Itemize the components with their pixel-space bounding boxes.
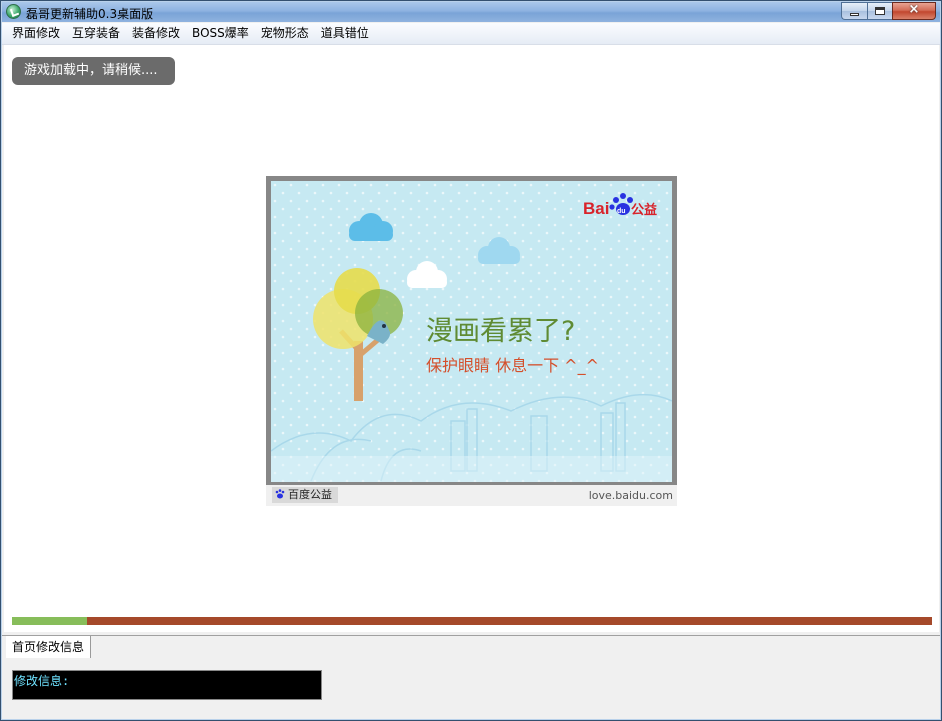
menu-item-ui-modify[interactable]: 界面修改 bbox=[6, 23, 66, 44]
game-view[interactable]: 游戏加载中，请稍候.... Bai du 公益 漫画看累了? 保护眼睛 休息一下… bbox=[4, 45, 939, 632]
ad-headline: 漫画看累了? bbox=[426, 316, 575, 347]
app-icon bbox=[6, 4, 21, 19]
main-window: 磊哥更新辅助0.3桌面版 × 界面修改 互穿装备 装备修改 BOSS爆率 宠物形… bbox=[0, 0, 942, 721]
close-icon: × bbox=[908, 2, 920, 17]
ad-subline: 保护眼睛 休息一下 ^_^ bbox=[426, 356, 599, 376]
ad-tag[interactable]: 百度公益 bbox=[272, 487, 338, 503]
menu-item-item-misplace[interactable]: 道具错位 bbox=[315, 23, 375, 44]
baidu-suffix-text: 公益 bbox=[631, 202, 657, 218]
ad-image: Bai du 公益 漫画看累了? 保护眼睛 休息一下 ^_^ bbox=[271, 181, 672, 482]
loading-tooltip: 游戏加载中，请稍候.... bbox=[12, 57, 175, 85]
menu-item-pet-form[interactable]: 宠物形态 bbox=[255, 23, 315, 44]
baidu-paw-text: du bbox=[617, 208, 626, 215]
ad-footer: 百度公益 love.baidu.com bbox=[266, 485, 677, 506]
menu-bar: 界面修改 互穿装备 装备修改 BOSS爆率 宠物形态 道具错位 bbox=[2, 23, 940, 45]
menu-item-cross-equip[interactable]: 互穿装备 bbox=[66, 23, 126, 44]
modify-info-console[interactable]: 修改信息: bbox=[12, 670, 322, 700]
caption-buttons: × bbox=[841, 2, 936, 20]
charity-ad[interactable]: Bai du 公益 漫画看累了? 保护眼睛 休息一下 ^_^ 百度公益 love… bbox=[266, 176, 677, 506]
paw-icon bbox=[275, 489, 285, 499]
minimize-button[interactable] bbox=[841, 2, 867, 20]
maximize-button[interactable] bbox=[867, 2, 892, 20]
menu-item-equip-modify[interactable]: 装备修改 bbox=[126, 23, 186, 44]
menu-item-boss-droprate[interactable]: BOSS爆率 bbox=[186, 23, 255, 44]
maximize-icon bbox=[875, 7, 885, 15]
window-title: 磊哥更新辅助0.3桌面版 bbox=[26, 7, 154, 21]
tab-strip: 首页修改信息 bbox=[2, 635, 940, 658]
ad-illustration: Bai du 公益 漫画看累了? 保护眼睛 休息一下 ^_^ bbox=[271, 181, 672, 482]
ad-url[interactable]: love.baidu.com bbox=[589, 489, 673, 502]
baidu-brand-text: Bai bbox=[583, 199, 609, 218]
modify-info-label: 修改信息: bbox=[14, 674, 70, 688]
progress-fill bbox=[12, 617, 88, 625]
close-button[interactable]: × bbox=[892, 2, 936, 20]
minimize-icon bbox=[850, 13, 859, 16]
loading-progress-bar bbox=[12, 617, 932, 625]
ad-tag-label: 百度公益 bbox=[288, 488, 332, 501]
tab-home-modify-info[interactable]: 首页修改信息 bbox=[6, 636, 92, 658]
title-bar[interactable]: 磊哥更新辅助0.3桌面版 × bbox=[2, 2, 940, 22]
